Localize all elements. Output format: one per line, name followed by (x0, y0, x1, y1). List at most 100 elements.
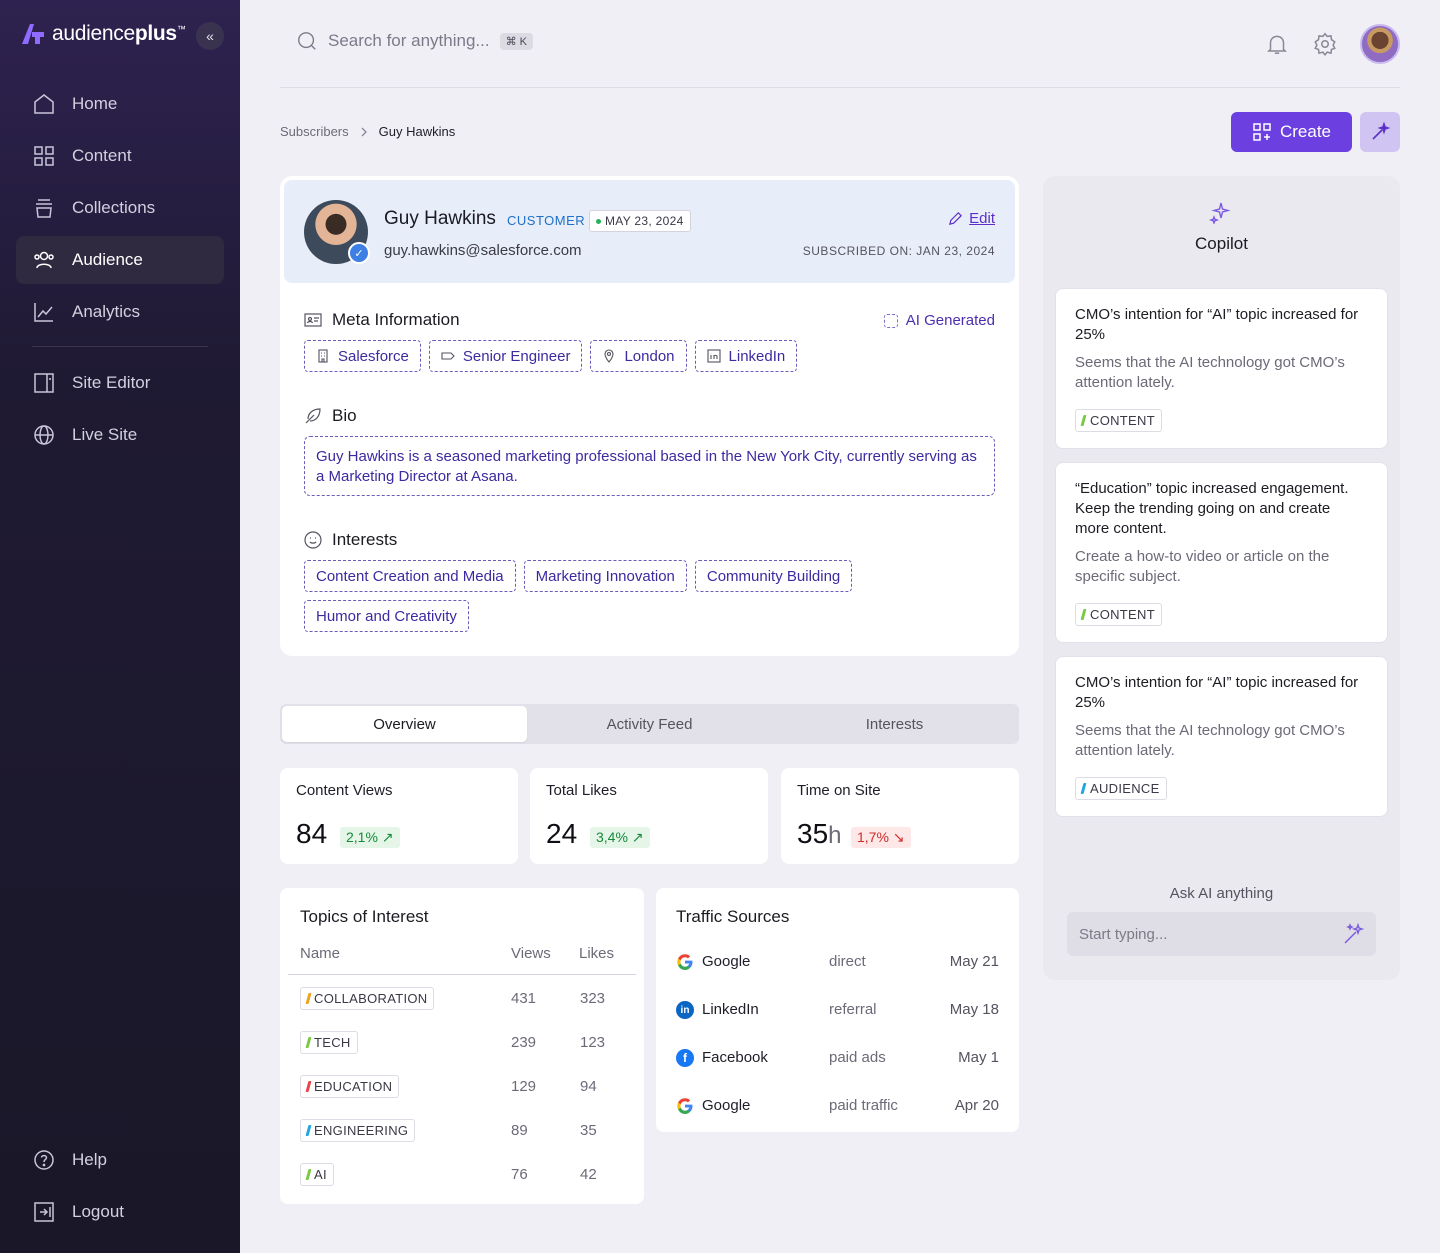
meta-chip-social[interactable]: LinkedIn (694, 340, 798, 372)
copilot-insight-card[interactable]: “Education” topic increased engagement. … (1055, 462, 1388, 643)
list-item[interactable]: Google direct May 21 (676, 950, 999, 974)
main-nav: Home Content Collections Audience Analyt… (16, 80, 224, 463)
insight-title: CMO’s intention for “AI” topic increased… (1075, 674, 1359, 711)
list-item[interactable]: f Facebook paid ads May 1 (676, 1046, 999, 1070)
nav-label: Home (72, 94, 118, 113)
interest-chip[interactable]: Marketing Innovation (523, 560, 687, 592)
nav-item-analytics[interactable]: Analytics (16, 288, 224, 336)
nav-item-site-editor[interactable]: Site Editor (16, 359, 224, 407)
interest-chip[interactable]: Content Creation and Media (304, 560, 516, 592)
ai-generated-checkbox[interactable] (883, 313, 898, 328)
list-item[interactable]: in LinkedIn referral May 18 (676, 998, 999, 1022)
google-icon (677, 1098, 693, 1114)
search-placeholder[interactable]: Search for anything... (328, 31, 490, 51)
interest-chip[interactable]: Humor and Creativity (304, 600, 469, 632)
subscribed-date: SUBSCRIBED ON: JAN 23, 2024 (802, 244, 995, 258)
nav-item-live-site[interactable]: Live Site (16, 411, 224, 459)
nav-item-audience[interactable]: Audience (16, 236, 224, 284)
create-grid-icon (1253, 123, 1271, 141)
layout-icon (34, 373, 54, 393)
nav-item-home[interactable]: Home (16, 80, 224, 128)
stat-card-content-views: Content Views 84 2,1% ↗ (280, 768, 518, 864)
bio-text[interactable]: Guy Hawkins is a seasoned marketing prof… (304, 436, 995, 496)
nav-item-help[interactable]: Help (16, 1136, 224, 1184)
meta-chip-role[interactable]: Senior Engineer (428, 340, 583, 372)
linkedin-icon (706, 349, 721, 363)
ask-ai-input[interactable] (1067, 912, 1327, 956)
smile-icon (304, 531, 322, 549)
tab-overview[interactable]: Overview (282, 706, 527, 742)
table-row[interactable]: AI 76 42 (300, 1163, 630, 1187)
stat-card-total-likes: Total Likes 24 3,4% ↗ (530, 768, 768, 864)
feather-icon (305, 408, 321, 424)
meta-chip-company[interactable]: Salesforce (304, 340, 421, 372)
magic-wand-icon[interactable] (1342, 922, 1366, 946)
table-row[interactable]: TECH 239 123 (300, 1031, 630, 1055)
list-item[interactable]: Google paid traffic Apr 20 (676, 1094, 999, 1118)
nav-item-content[interactable]: Content (16, 132, 224, 180)
user-avatar[interactable] (1360, 24, 1400, 64)
tab-interests[interactable]: Interests (772, 706, 1017, 742)
ask-ai-field[interactable] (1067, 912, 1376, 956)
likes-cell: 123 (580, 1034, 606, 1051)
source-name: Facebook (702, 1049, 768, 1066)
source-name: LinkedIn (702, 1001, 759, 1018)
stat-value: 84 (296, 818, 328, 849)
collapse-sidebar-button[interactable]: « (196, 22, 224, 50)
users-icon (34, 251, 54, 269)
col-header-name: Name (300, 945, 341, 962)
gear-icon[interactable] (1312, 31, 1338, 57)
nav-item-logout[interactable]: Logout (16, 1188, 224, 1236)
edit-profile-link[interactable]: Edit (948, 210, 995, 227)
stat-delta-badge: 1,7% ↘ (851, 827, 911, 848)
source-type: referral (829, 1001, 877, 1018)
copilot-insight-card[interactable]: CMO’s intention for “AI” topic increased… (1055, 288, 1388, 449)
stat-card-time-on-site: Time on Site 35h 1,7% ↘ (781, 768, 1019, 864)
tab-activity-feed[interactable]: Activity Feed (527, 706, 772, 742)
grid-icon (34, 146, 54, 166)
card-title: Topics of Interest (300, 907, 429, 926)
nav-label: Collections (72, 198, 156, 217)
search-bar[interactable]: Search for anything... ⌘ K (296, 30, 533, 52)
interest-chip[interactable]: Community Building (694, 560, 853, 592)
sparkles-icon (1209, 202, 1231, 224)
stat-label: Total Likes (546, 782, 617, 799)
nav-label: Content (72, 146, 132, 165)
breadcrumb-parent[interactable]: Subscribers (280, 124, 349, 139)
stat-label: Content Views (296, 782, 393, 799)
profile-date-badge: MAY 23, 2024 (589, 210, 691, 232)
source-date: May 1 (958, 1049, 999, 1066)
logo[interactable]: audienceplus™ (20, 22, 186, 46)
table-row[interactable]: ENGINEERING 89 35 (300, 1119, 630, 1143)
table-divider (288, 974, 636, 975)
views-cell: 431 (511, 990, 537, 1007)
sidebar: audienceplus™ « Home Content Collections… (0, 0, 240, 1253)
insight-body: Seems that the AI technology got CMO’s a… (1075, 722, 1345, 759)
source-date: May 21 (949, 953, 999, 970)
table-row[interactable]: COLLABORATION 431 323 (300, 987, 630, 1011)
nav-item-collections[interactable]: Collections (16, 184, 224, 232)
create-button[interactable]: Create (1231, 112, 1352, 152)
insight-title: “Education” topic increased engagement. … (1075, 480, 1349, 537)
ai-generated-toggle[interactable]: AI Generated (883, 312, 995, 329)
table-row[interactable]: EDUCATION 129 94 (300, 1075, 630, 1099)
stat-value: 24 (546, 818, 578, 849)
chart-line-icon (34, 303, 53, 322)
magic-ai-button[interactable] (1360, 112, 1400, 152)
bell-icon[interactable] (1264, 31, 1290, 57)
tag-icon (441, 352, 455, 360)
stat-label: Time on Site (797, 782, 881, 799)
col-header-likes: Likes (579, 945, 615, 962)
audienceplus-logo-icon (22, 24, 44, 44)
meta-section-title: Meta Information (304, 310, 460, 330)
topic-tag: TECH (300, 1031, 358, 1054)
nav-label: Audience (72, 250, 143, 269)
copilot-insight-card[interactable]: CMO’s intention for “AI” topic increased… (1055, 656, 1388, 817)
tag-color-mark (305, 1169, 312, 1180)
chevron-right-icon (361, 127, 367, 136)
nav-divider (32, 346, 208, 347)
tag-color-mark (305, 993, 312, 1004)
meta-chip-location[interactable]: London (590, 340, 687, 372)
source-type: paid traffic (829, 1097, 898, 1114)
copilot-panel: Copilot CMO’s intention for “AI” topic i… (1043, 176, 1400, 980)
